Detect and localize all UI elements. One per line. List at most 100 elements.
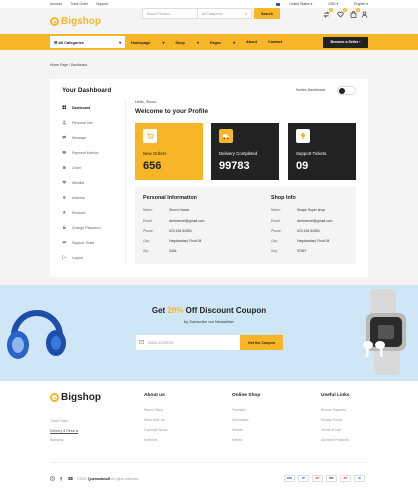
stat-label: New Orders [143,151,167,156]
menu-item-support-ticket[interactable]: Support Ticket [62,235,124,250]
all-categories-button[interactable]: ☰ All Categories ▾ [50,36,125,48]
newsletter-email-input[interactable]: EMAIL ADDRESS [136,335,240,350]
star-icon [62,210,67,215]
footer-link-delivery-returns[interactable]: Delivery & Returns [50,429,78,433]
card-icon [62,150,67,155]
menu-item-wishlist[interactable]: Wishlist [62,175,124,190]
instagram-icon[interactable] [50,476,55,481]
cart-icon [143,129,157,143]
footer-link[interactable]: Furniture [232,408,246,412]
menu-icon: ☰ [54,40,58,45]
menu-item-logout[interactable]: Logout [62,250,124,265]
stat-value: 09 [296,160,309,172]
track-order-link[interactable]: Track Order [70,2,88,6]
logo[interactable]: Bigshop [50,16,101,27]
menu-item-reviews[interactable]: Reviews [62,205,124,220]
get-coupon-button[interactable]: Get the Coupon [240,335,283,350]
footer-link[interactable]: Coporate News [144,428,167,432]
chevron-down-icon: ▾ [119,40,121,45]
logo-text: Bigshop [61,15,101,27]
menu-item-order[interactable]: Order [62,160,124,175]
switch-dashboard-toggle[interactable] [337,86,356,95]
top-strip: Account Track Order Support United State… [0,0,418,8]
user-icon [361,11,367,18]
shop-info-title: Shop Info [271,195,296,201]
dashboard-title: Your Dashboard [62,87,112,94]
footer-divider [50,462,368,463]
stat-value: 99783 [219,160,250,172]
footer-link[interactable]: Archived Products [321,438,349,442]
personal-info-title: Personal Information [143,195,197,201]
compare-button[interactable]: 0 [322,8,333,18]
menu-item-address[interactable]: Address [62,190,124,205]
footer-link[interactable]: Work With Us [144,418,165,422]
nav-contact[interactable]: Contact [268,40,282,45]
footer-link-warranty[interactable]: Warranty [50,438,64,442]
footer-link[interactable]: Rave's Story [144,408,163,412]
footer-link[interactable]: Investors [144,438,158,442]
stat-support-tickets[interactable]: Support Tickets 09 [288,123,356,180]
search-category-select[interactable]: All Categories ▾ [197,9,251,18]
visa-icon: VISA [284,475,295,482]
footer-link[interactable]: Kitchen [232,428,243,432]
wishlist-button[interactable]: 0 [336,8,347,18]
dashboard-menu: Dashboard Personal Info Message Payment … [62,100,124,265]
support-link[interactable]: Support [96,2,108,6]
breadcrumb[interactable]: Home Page / Dashboard [50,63,87,67]
nav-about[interactable]: About [246,40,257,45]
menu-item-change-password[interactable]: Change Password [62,220,124,235]
mail-icon [139,340,144,344]
footer-logo[interactable]: Bigshop [50,392,101,403]
mastercard-icon: MC [312,475,323,482]
logout-icon [62,255,67,260]
logo-mark-icon [50,393,59,402]
flag-icon [276,2,281,6]
lock-icon [62,225,67,230]
search-button[interactable]: Search [254,8,280,19]
footer-logo-text: Bigshop [61,392,101,403]
coupon-subtitle: by Subscribe our Newsletter [183,319,235,324]
footer-link[interactable]: Terms of Use [321,428,341,432]
search-input[interactable]: Search Product... [143,12,197,16]
message-icon [62,135,67,140]
coupon-title: Get 20% Off Discount Coupon [151,306,267,315]
stat-new-orders[interactable]: New Orders 656 [135,123,203,180]
heart-icon [336,11,344,17]
footer-link[interactable]: Privacy Policy [321,418,342,422]
main-nav: ☰ All Categories ▾ Homepage ▾ Shop ▾ Pag… [0,34,418,50]
stat-delivery-completed[interactable]: Delivery Completed 99783 [211,123,279,180]
nav-homepage[interactable]: Homepage ▾ [131,40,164,45]
cart-button[interactable]: 0 [349,8,360,18]
menu-item-message[interactable]: Message [62,130,124,145]
country-select[interactable]: United States ▾ [268,2,312,6]
footer-link-track-order[interactable]: Track Order [50,419,68,423]
language-select[interactable]: English ▾ [346,2,368,6]
footer-link[interactable]: Secure Payment [321,408,346,412]
pin-icon [62,195,67,200]
account-button[interactable] [360,10,368,18]
footer-link[interactable]: Decoration [232,418,248,422]
nav-pages[interactable]: Pages ▾ [210,40,235,45]
account-link[interactable]: Account [50,2,62,6]
stat-label: Delivery Completed [219,151,258,156]
top-selectors: United States ▾ USD ▾ English ▾ [260,2,368,6]
bag-icon [62,165,67,170]
welcome-title: Welcome to your Profile [135,108,209,115]
menu-item-personal-info[interactable]: Personal Info [62,115,124,130]
footer-link[interactable]: Interior [232,438,243,442]
become-seller-button[interactable]: Become a Seller › [323,36,368,48]
menu-item-payment-method[interactable]: Payment Method [62,145,124,160]
nav-shop[interactable]: Shop ▾ [175,40,198,45]
compare-icon [323,10,329,18]
maestro-icon: MC [340,475,351,482]
youtube-icon[interactable] [68,476,73,481]
stat-label: Support Tickets [296,151,327,156]
footer-useful-links-title: Useful Links [321,393,350,398]
currency-select[interactable]: USD ▾ [320,2,338,6]
bulb-icon [296,129,310,143]
menu-item-dashboard[interactable]: Dashboard [62,100,124,115]
user-icon [62,120,67,125]
facebook-icon[interactable] [59,476,64,481]
toggle-knob [339,88,345,94]
amex-icon: AE [354,475,365,482]
